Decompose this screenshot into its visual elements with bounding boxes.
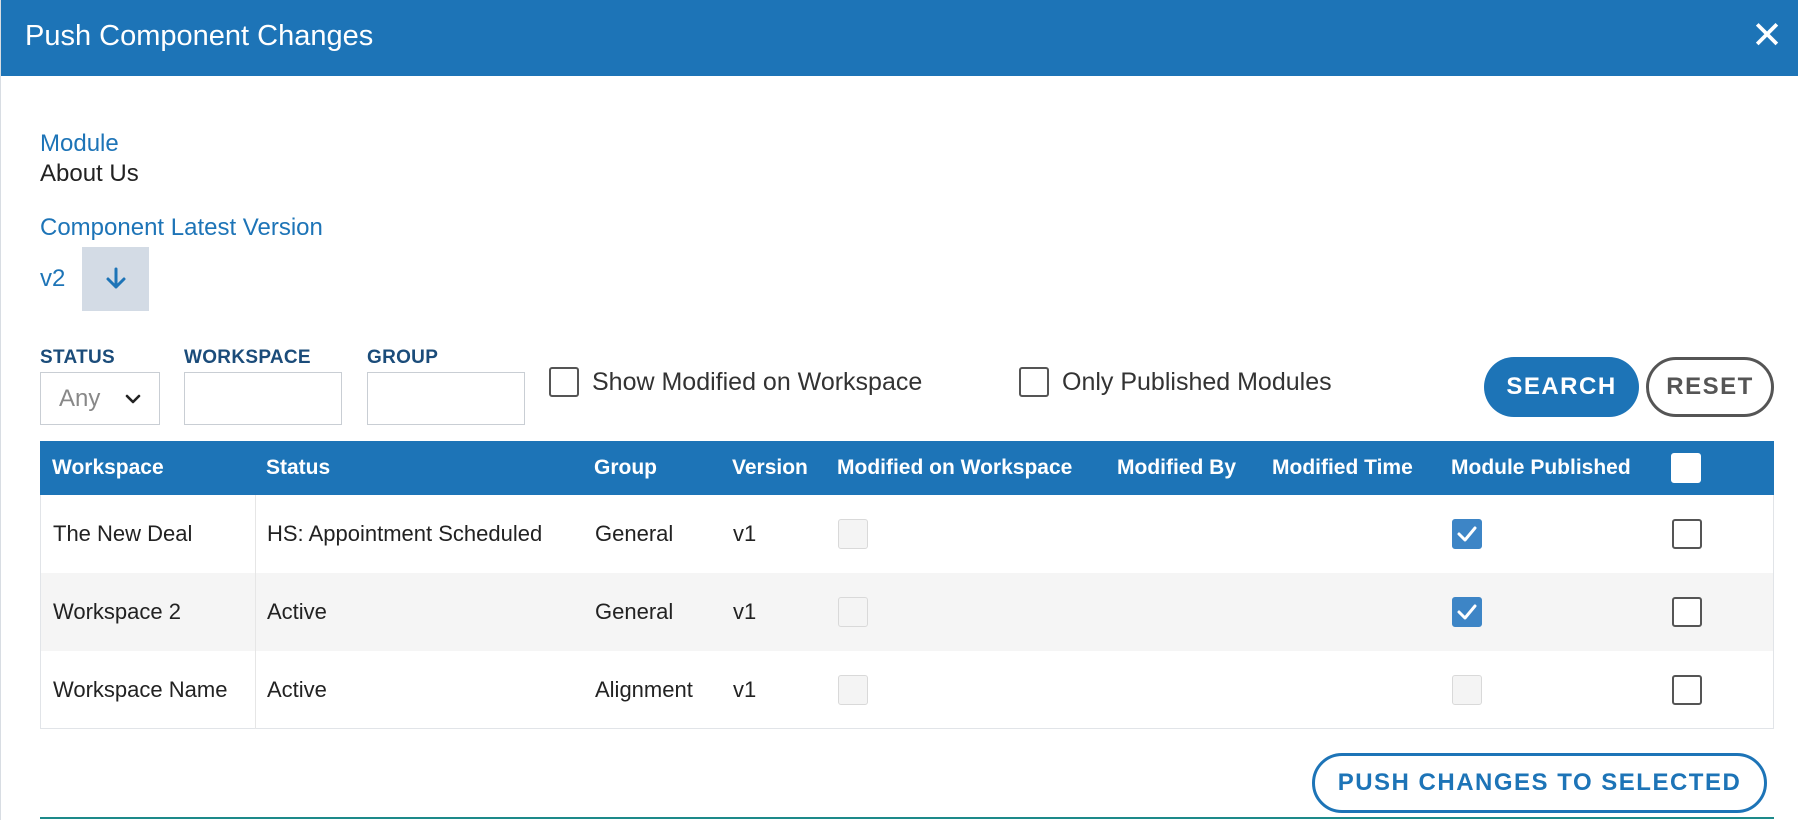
dialog-title: Push Component Changes	[25, 20, 374, 52]
workspaces-table: Workspace Status Group Version Modified …	[40, 441, 1774, 729]
cell-group: General	[595, 521, 674, 546]
download-version-button[interactable]	[82, 247, 149, 311]
header-version[interactable]: Version	[732, 441, 808, 495]
only-published-checkbox[interactable]: Only Published Modules	[1019, 367, 1332, 397]
table-header: Workspace Status Group Version Modified …	[40, 441, 1774, 495]
dialog-header: Push Component Changes ✕	[1, 0, 1798, 76]
column-divider	[255, 495, 256, 573]
cell-version: v1	[733, 599, 757, 624]
component-version-value: v2	[40, 265, 66, 292]
modified-on-workspace-checkbox	[838, 675, 868, 705]
cell-workspace: The New Deal	[53, 521, 193, 546]
cell-version: v1	[733, 677, 757, 702]
show-modified-label: Show Modified on Workspace	[592, 367, 923, 396]
status-select-value: Any	[59, 384, 101, 412]
search-button[interactable]: SEARCH	[1484, 357, 1639, 417]
header-modified-time[interactable]: Modified Time	[1272, 441, 1413, 495]
only-published-checkbox-box[interactable]	[1019, 367, 1049, 397]
show-modified-checkbox-box[interactable]	[549, 367, 579, 397]
row-select-checkbox[interactable]	[1672, 519, 1702, 549]
module-value: About Us	[40, 160, 139, 187]
header-status[interactable]: Status	[266, 441, 330, 495]
column-divider	[255, 651, 256, 729]
header-workspace[interactable]: Workspace	[52, 441, 164, 495]
check-icon	[1457, 604, 1477, 620]
footer-divider	[40, 817, 1774, 819]
check-icon	[1457, 526, 1477, 542]
cell-status: HS: Appointment Scheduled	[267, 521, 543, 546]
only-published-label: Only Published Modules	[1062, 367, 1332, 396]
header-module-published[interactable]: Module Published	[1451, 441, 1631, 495]
workspace-filter-label: WORKSPACE	[184, 347, 311, 368]
cell-group: Alignment	[595, 677, 693, 702]
cell-status: Active	[267, 677, 327, 702]
workspace-filter-input[interactable]	[184, 372, 342, 425]
row-select-checkbox[interactable]	[1672, 597, 1702, 627]
header-group[interactable]: Group	[594, 441, 657, 495]
show-modified-checkbox[interactable]: Show Modified on Workspace	[549, 367, 922, 397]
status-select[interactable]: Any	[40, 372, 160, 425]
module-published-checkbox	[1452, 519, 1482, 549]
select-all-checkbox[interactable]	[1671, 453, 1701, 483]
table-row: Workspace Name Active Alignment v1	[40, 651, 1774, 729]
close-icon[interactable]: ✕	[1747, 14, 1787, 58]
group-filter-input[interactable]	[367, 372, 525, 425]
cell-group: General	[595, 599, 674, 624]
module-label: Module	[40, 130, 119, 157]
header-modified-on-workspace[interactable]: Modified on Workspace	[837, 441, 1072, 495]
modified-on-workspace-checkbox	[838, 519, 868, 549]
row-select-checkbox[interactable]	[1672, 675, 1702, 705]
modified-on-workspace-checkbox	[838, 597, 868, 627]
component-version-label: Component Latest Version	[40, 214, 323, 241]
group-filter-label: GROUP	[367, 347, 439, 368]
module-published-checkbox	[1452, 597, 1482, 627]
header-modified-by[interactable]: Modified By	[1117, 441, 1236, 495]
cell-workspace: Workspace Name	[53, 677, 228, 702]
arrow-down-icon	[106, 267, 125, 289]
reset-button[interactable]: RESET	[1646, 357, 1774, 417]
chevron-down-icon	[125, 394, 141, 404]
cell-workspace: Workspace 2	[53, 599, 181, 624]
table-row: The New Deal HS: Appointment Scheduled G…	[40, 495, 1774, 573]
table-row: Workspace 2 Active General v1	[40, 573, 1774, 651]
cell-version: v1	[733, 521, 757, 546]
cell-status: Active	[267, 599, 327, 624]
status-filter-label: STATUS	[40, 347, 115, 368]
column-divider	[255, 573, 256, 651]
push-component-dialog: Push Component Changes ✕ Module About Us…	[0, 0, 1798, 820]
module-published-checkbox	[1452, 675, 1482, 705]
push-changes-button[interactable]: PUSH CHANGES TO SELECTED	[1312, 753, 1767, 813]
